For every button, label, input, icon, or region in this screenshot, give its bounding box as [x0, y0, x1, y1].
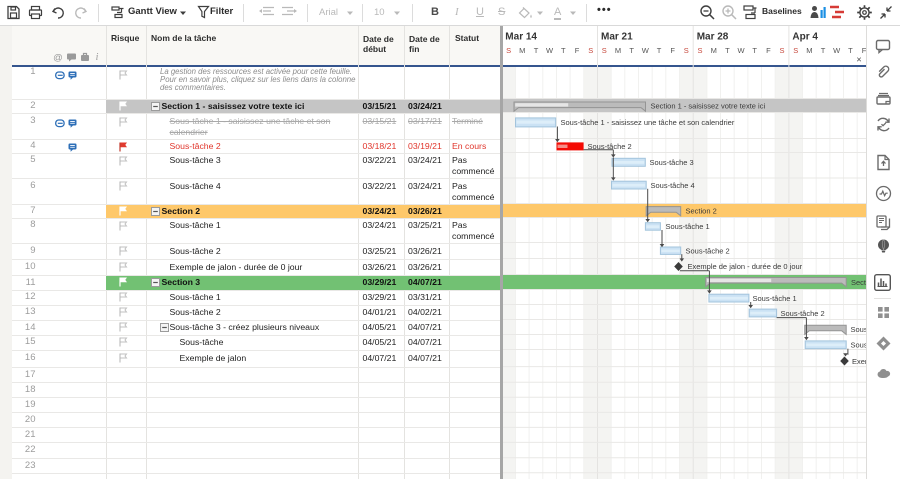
svg-text:M: M	[519, 46, 525, 55]
svg-text:F: F	[766, 46, 771, 55]
svg-text:Exemple de jalon - durée de 0: Exemple de jalon - durée de 0 jour	[688, 262, 803, 271]
svg-text:Sous-tâche 1: Sous-tâche 1	[666, 222, 710, 231]
svg-text:i: i	[96, 52, 99, 62]
svg-text:Mar 21: Mar 21	[601, 32, 633, 43]
svg-text:S: S	[506, 46, 511, 55]
svg-text:W: W	[737, 46, 745, 55]
svg-text:Section 2: Section 2	[686, 206, 717, 215]
svg-text:F: F	[575, 46, 580, 55]
svg-text:T: T	[629, 46, 634, 55]
svg-text:T: T	[725, 46, 730, 55]
svg-text:S: S	[684, 46, 689, 55]
svg-text:S: S	[779, 46, 784, 55]
svg-text:Sous-tâche 2: Sous-tâche 2	[686, 247, 730, 256]
svg-text:×: ×	[856, 55, 861, 65]
svg-text:T: T	[561, 46, 566, 55]
svg-text:W: W	[546, 46, 554, 55]
svg-text:@: @	[53, 53, 63, 63]
svg-text:T: T	[657, 46, 662, 55]
svg-text:Sous-tâche: Sous-tâche	[851, 341, 867, 350]
svg-text:M: M	[711, 46, 717, 55]
svg-text:W: W	[642, 46, 650, 55]
svg-text:Sous-tâche 2: Sous-tâche 2	[781, 309, 825, 318]
svg-text:T: T	[534, 46, 539, 55]
svg-text:Section 3: Section 3	[851, 278, 866, 287]
svg-text:S: S	[602, 46, 607, 55]
svg-text:Section 1 - saisissez votre te: Section 1 - saisissez votre texte ici	[651, 101, 766, 110]
svg-text:S: S	[588, 46, 593, 55]
svg-text:M: M	[806, 46, 812, 55]
svg-text:W: W	[833, 46, 841, 55]
svg-text:Sous-tâche 3: Sous-tâche 3	[650, 158, 694, 167]
svg-text:Mar 28: Mar 28	[697, 32, 729, 43]
svg-text:Sous-tâche 4: Sous-tâche 4	[651, 181, 695, 190]
svg-text:Sous-tâche 1: Sous-tâche 1	[753, 294, 797, 303]
svg-text:Sous-tâche 1 - saisissez une t: Sous-tâche 1 - saisissez une tâche et so…	[561, 118, 735, 127]
svg-text:Mar 14: Mar 14	[505, 32, 537, 43]
svg-text:Sous-tâche 3 - créez plusieurs: Sous-tâche 3 - créez plusieurs niveaux	[851, 325, 867, 334]
svg-text:S: S	[793, 46, 798, 55]
svg-text:M: M	[615, 46, 621, 55]
svg-text:T: T	[821, 46, 826, 55]
svg-text:F: F	[670, 46, 675, 55]
svg-text:S: S	[697, 46, 702, 55]
svg-text:Apr 4: Apr 4	[792, 32, 818, 43]
svg-text:T: T	[752, 46, 757, 55]
svg-text:T: T	[848, 46, 853, 55]
svg-text:Exemple de jalon: Exemple de jalon	[852, 357, 866, 366]
